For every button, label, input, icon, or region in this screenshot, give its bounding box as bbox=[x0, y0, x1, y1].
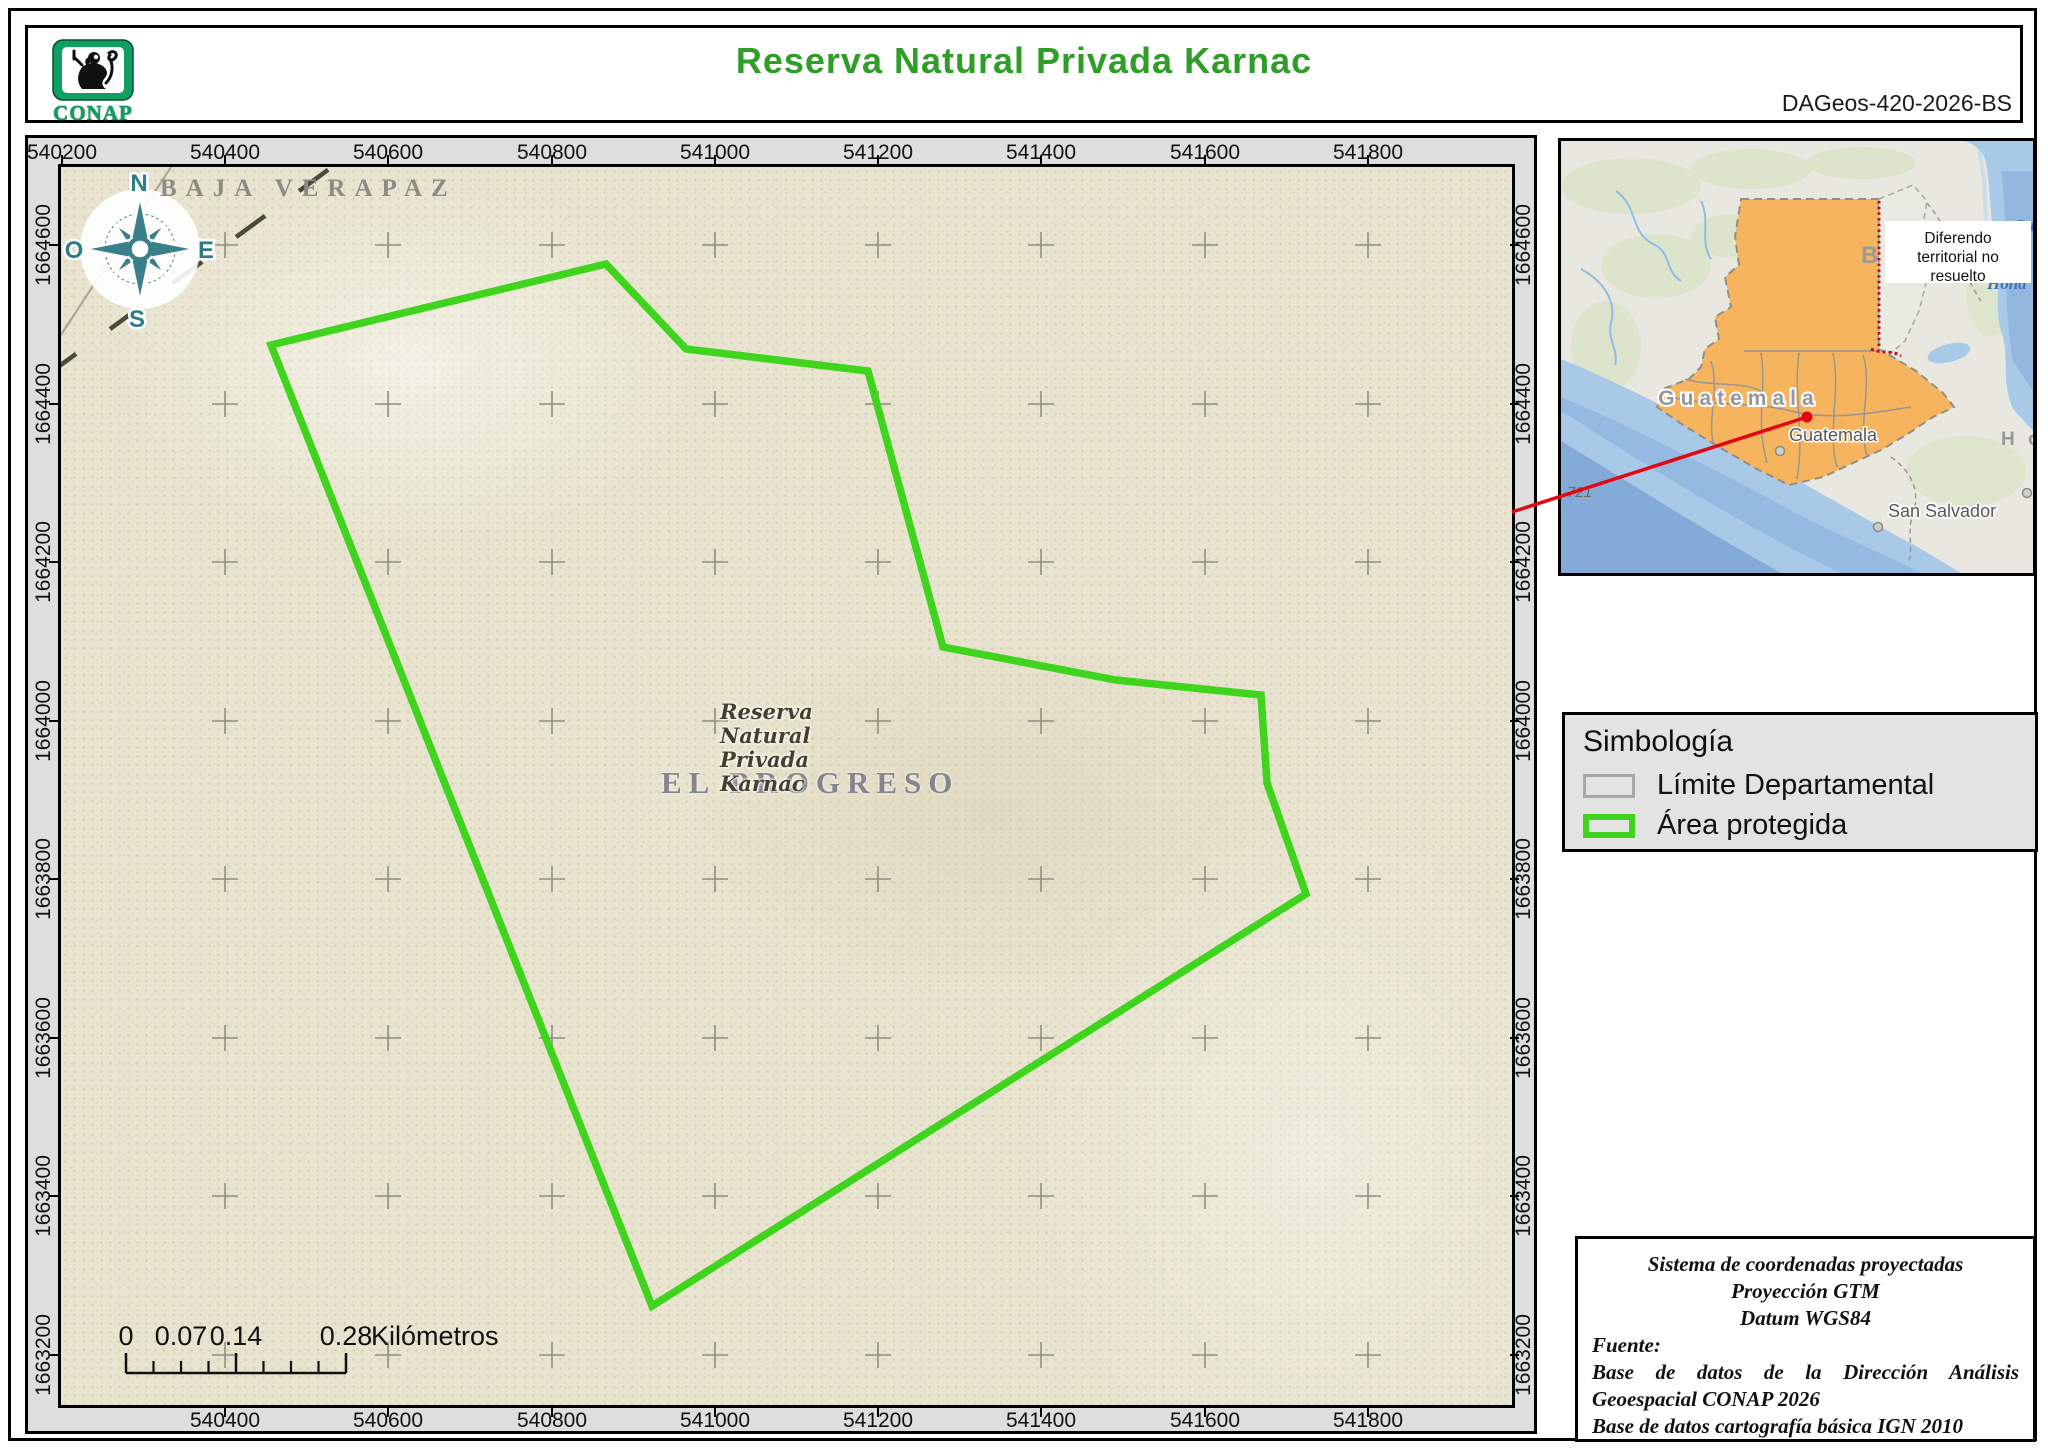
grid-tick bbox=[551, 155, 553, 164]
grid-tick bbox=[1204, 155, 1206, 164]
page: { "header": { "logo_text": "CONAP", "tit… bbox=[0, 0, 2048, 1452]
svg-text:resuelto: resuelto bbox=[1930, 268, 1985, 285]
inset-capital-dot bbox=[1774, 445, 1786, 457]
compass-south-label: S bbox=[129, 306, 145, 333]
grid-tick bbox=[49, 1195, 58, 1197]
grid-tick bbox=[224, 1408, 226, 1417]
legend: Simbología Límite Departamental Área prot… bbox=[1562, 712, 2038, 852]
projection-info-line: Datum WGS84 bbox=[1740, 1306, 1871, 1330]
grid-tick bbox=[1040, 1408, 1042, 1417]
inset-map-vector: B Gu Hond Diferendoterritorial noresuelt… bbox=[1561, 141, 2033, 573]
grid-tick bbox=[714, 155, 716, 164]
grid-tick bbox=[1367, 1408, 1369, 1417]
grid-tick bbox=[1510, 720, 1519, 722]
grid-tick bbox=[49, 1354, 58, 1356]
grid-tick bbox=[224, 155, 226, 164]
svg-text:Diferendo: Diferendo bbox=[1924, 230, 1991, 247]
inset-capital-label: Guatemala bbox=[1789, 425, 1878, 445]
inset-locator-map: B Gu Hond Diferendoterritorial noresuelt… bbox=[1558, 138, 2036, 576]
projection-info-line: Proyección GTM bbox=[1731, 1279, 1880, 1303]
scale-bar-label: 0 bbox=[118, 1321, 133, 1351]
scale-bar-unit: Kilómetros bbox=[371, 1321, 499, 1351]
reserve-name-label: Reserva Natural Privada Karnac bbox=[720, 699, 813, 796]
grid-tick bbox=[1510, 1037, 1519, 1039]
grid-tick bbox=[49, 561, 58, 563]
inset-country-label: Guatemala bbox=[1658, 387, 1819, 410]
scale-bar-label: 0.28 bbox=[320, 1321, 373, 1351]
scale-bar: 0 0.07 0.14 0.28Kilómetros bbox=[118, 1321, 499, 1375]
inset-city-dot bbox=[1872, 521, 1884, 533]
map-title: Reserva Natural Privada Karnac bbox=[735, 40, 1313, 81]
grid-tick bbox=[1510, 561, 1519, 563]
compass-north-label: N bbox=[130, 170, 147, 197]
projection-info-line: Sistema de coordenadas proyectadas bbox=[1647, 1252, 1964, 1276]
grid-tick bbox=[1040, 155, 1042, 164]
grid-tick bbox=[387, 155, 389, 164]
map-frame: N S E O 0 0.07 0.14 0.28 Kilómetros BAJA VER… bbox=[25, 135, 1537, 1434]
grid-tick bbox=[1510, 244, 1519, 246]
grid-tick bbox=[1510, 1354, 1519, 1356]
legend-item-label: Límite Departamental bbox=[1657, 769, 1935, 801]
grid-tick bbox=[1204, 1408, 1206, 1417]
legend-swatch bbox=[1583, 813, 1635, 838]
legend-item: Área protegida bbox=[1583, 809, 2017, 842]
grid-tick bbox=[49, 244, 58, 246]
projection-info-box: Sistema de coordenadas proyectadas Proyec… bbox=[1575, 1236, 2036, 1442]
compass-west-label: O bbox=[65, 237, 84, 264]
grid-tick bbox=[877, 1408, 879, 1417]
grid-tick bbox=[1510, 1195, 1519, 1197]
source-line: Base de datos de la Dirección Análisis G… bbox=[1592, 1360, 2019, 1411]
scale-bar-label: 0.07 bbox=[155, 1321, 208, 1351]
grid-tick bbox=[714, 1408, 716, 1417]
legend-swatch bbox=[1583, 773, 1635, 798]
legend-item-label: Área protegida bbox=[1657, 809, 1848, 841]
legend-title: Simbología bbox=[1583, 725, 1734, 758]
grid-tick bbox=[877, 155, 879, 164]
grid-tick bbox=[61, 155, 63, 164]
map-canvas: N S E O 0 0.07 0.14 0.28 Kilómetros BAJA VER… bbox=[58, 164, 1515, 1408]
grid-tick bbox=[551, 1408, 553, 1417]
conap-logo-text: CONAP bbox=[53, 101, 133, 125]
document-id: DAGeos-420-2026-BS bbox=[1781, 90, 2012, 116]
grid-tick bbox=[387, 1408, 389, 1417]
inset-city-label: San Salvador bbox=[1888, 501, 1996, 521]
header: CONAP Reserva Natural Privada Karnac DAG… bbox=[25, 25, 2023, 125]
source-line: Base de datos cartografía básica IGN 201… bbox=[1592, 1414, 1963, 1438]
inset-honduras-label: H o bbox=[2001, 429, 2033, 450]
grid-tick bbox=[49, 1037, 58, 1039]
legend-item: Límite Departamental bbox=[1583, 769, 2017, 802]
compass-east-label: E bbox=[198, 237, 214, 264]
grid-tick bbox=[49, 720, 58, 722]
grid-tick bbox=[1510, 878, 1519, 880]
svg-text:territorial no: territorial no bbox=[1917, 249, 1999, 266]
scale-bar-label: 0.14 bbox=[210, 1321, 263, 1351]
inset-road-label: 721 bbox=[1567, 484, 1592, 501]
inset-belize-label: B bbox=[1861, 242, 1878, 269]
grid-tick bbox=[1367, 155, 1369, 164]
source-label: Fuente: bbox=[1592, 1333, 1661, 1357]
department-label: BAJA VERAPAZ bbox=[160, 175, 457, 202]
grid-tick bbox=[1510, 403, 1519, 405]
grid-tick bbox=[49, 878, 58, 880]
grid-tick bbox=[49, 403, 58, 405]
